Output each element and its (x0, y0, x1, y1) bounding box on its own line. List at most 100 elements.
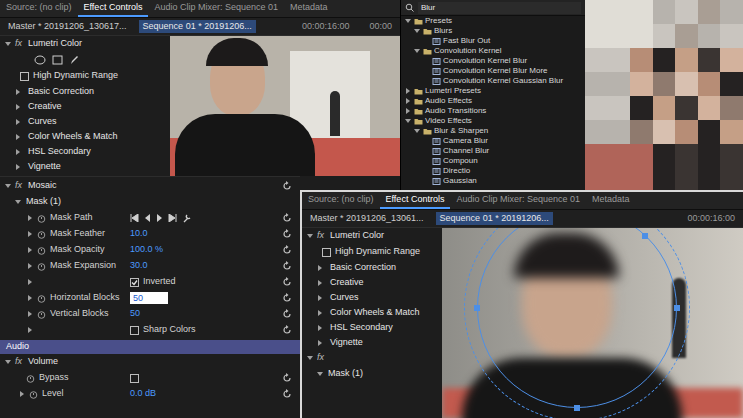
hdr-row[interactable]: High Dynamic Range (0, 68, 170, 84)
tree-item[interactable]: Directio (401, 166, 585, 176)
effect-row[interactable]: fxMosaic (0, 176, 300, 194)
tree-item[interactable]: Convolution Kernel Blur (401, 56, 585, 66)
property-value[interactable]: 100.0 % (130, 243, 163, 257)
expanded-triangle-icon (4, 40, 12, 48)
mask-handle[interactable] (574, 405, 580, 411)
lumetri-section[interactable]: Curves (302, 290, 442, 305)
mosaic-block (630, 96, 653, 120)
lumetri-section[interactable]: HSL Secondary (302, 320, 442, 335)
property-label-cell: Horizontal Blocks (0, 291, 130, 305)
property-row[interactable]: Horizontal Blocks50 (0, 290, 300, 306)
property-value[interactable]: 50 (130, 307, 140, 321)
clip-header: Master * 20191206_13061... Sequence 01 * … (302, 210, 743, 228)
tree-item[interactable]: Channel Blur (401, 146, 585, 156)
tree-item[interactable]: Lumetri Presets (401, 86, 585, 96)
checkbox[interactable] (130, 326, 139, 335)
section-label: Color Wheels & Match (330, 306, 420, 320)
master-clip[interactable]: Master * 20191206_130617... (8, 20, 127, 34)
tree-item[interactable]: Audio Transitions (401, 106, 585, 116)
tab[interactable]: Metadata (586, 191, 636, 209)
tab[interactable]: Source: (no clip) (302, 191, 380, 209)
mosaic-preview (585, 0, 743, 190)
property-row[interactable]: Mask Opacity100.0 % (0, 242, 300, 258)
property-row[interactable]: Mask Expansion30.0 (0, 258, 300, 274)
lumetri-section[interactable]: Color Wheels & Match (0, 129, 170, 144)
mosaic-block (585, 96, 608, 120)
property-value[interactable]: 10.0 (130, 227, 148, 241)
checkbox[interactable] (130, 374, 139, 383)
effect-name: Lumetri Color (28, 37, 82, 51)
property-row[interactable]: Sharp Colors (0, 322, 300, 338)
mask-handle[interactable] (674, 305, 680, 311)
tree-item[interactable]: Convolution Kernel Gaussian Blur (401, 76, 585, 86)
master-clip[interactable]: Master * 20191206_13061... (310, 212, 424, 226)
effect-row[interactable]: fx (302, 350, 442, 366)
rectangle-mask-icon (52, 55, 63, 65)
property-row[interactable]: Bypass (0, 370, 300, 386)
tab[interactable]: Source: (no clip) (0, 0, 78, 17)
property-row[interactable]: Mask Path (0, 210, 300, 226)
tab[interactable]: Effect Controls (380, 191, 451, 209)
tree-item[interactable]: Blur & Sharpen (401, 126, 585, 136)
sequence-clip[interactable]: Sequence 01 * 20191206... (436, 212, 553, 226)
property-label: Level (42, 387, 64, 401)
tab[interactable]: Audio Clip Mixer: Sequence 01 (148, 0, 284, 17)
property-value[interactable]: 0.0 dB (130, 387, 156, 401)
sequence-clip[interactable]: Sequence 01 * 20191206... (139, 20, 256, 34)
tree-item[interactable]: Fast Blur Out (401, 36, 585, 46)
search-bar (401, 0, 585, 16)
property-value[interactable]: 30.0 (130, 259, 148, 273)
hdr-label: High Dynamic Range (33, 69, 118, 83)
mask-tracking-controls[interactable] (130, 214, 191, 223)
lumetri-section[interactable]: HSL Secondary (0, 144, 170, 159)
mask-handle[interactable] (642, 233, 648, 239)
mask-group[interactable]: Mask (1) (302, 366, 442, 382)
search-field[interactable] (418, 2, 581, 14)
effect-icon (432, 148, 441, 155)
lumetri-section[interactable]: Creative (0, 99, 170, 114)
mask-group[interactable]: Mask (1) (0, 195, 61, 209)
tab[interactable]: Metadata (284, 0, 334, 17)
mask-handle[interactable] (474, 305, 480, 311)
hdr-label: High Dynamic Range (335, 245, 420, 259)
lumetri-section[interactable]: Color Wheels & Match (302, 305, 442, 320)
checkbox[interactable] (322, 248, 331, 257)
tree-item[interactable]: Compoun (401, 156, 585, 166)
property-value[interactable]: 50 (130, 292, 168, 304)
property-row[interactable]: Level 0.0 dB (0, 386, 300, 402)
tree-item[interactable]: Audio Effects (401, 96, 585, 106)
checkbox-field[interactable]: Inverted (130, 275, 176, 289)
mosaic-block (585, 0, 608, 24)
lumetri-section[interactable]: Vignette (0, 159, 170, 174)
tree-item[interactable]: Blurs (401, 26, 585, 36)
lumetri-section[interactable]: Vignette (302, 335, 442, 350)
checkbox[interactable] (20, 72, 29, 81)
hair (514, 233, 619, 278)
lumetri-section[interactable]: Curves (0, 114, 170, 129)
property-label: Mask Feather (50, 227, 105, 241)
effect-row[interactable]: fxVolume (0, 354, 300, 370)
hdr-row[interactable]: High Dynamic Range (302, 244, 442, 260)
tab[interactable]: Effect Controls (78, 0, 149, 17)
effect-row[interactable]: fxLumetri Color (302, 228, 442, 244)
tree-item[interactable]: Video Effects (401, 116, 585, 126)
lumetri-section[interactable]: Basic Correction (302, 260, 442, 275)
effect-row[interactable]: fxLumetri Color (0, 36, 170, 52)
mosaic-block (720, 168, 743, 190)
mosaic-block (608, 144, 631, 168)
lumetri-section[interactable]: Creative (302, 275, 442, 290)
tree-item[interactable]: Convolution Kernel (401, 46, 585, 56)
expanded-triangle-icon (413, 127, 421, 135)
checkbox-field[interactable]: Sharp Colors (130, 323, 196, 337)
tab[interactable]: Audio Clip Mixer: Sequence 01 (450, 191, 586, 209)
property-row[interactable]: Inverted (0, 274, 300, 290)
checkbox[interactable] (130, 278, 139, 287)
tree-item[interactable]: Camera Blur (401, 136, 585, 146)
property-row[interactable]: Mask (1) (0, 194, 300, 210)
tree-item[interactable]: Presets (401, 16, 585, 26)
property-row[interactable]: Vertical Blocks50 (0, 306, 300, 322)
tree-item[interactable]: Convolution Kernel Blur More (401, 66, 585, 76)
property-row[interactable]: Mask Feather 10.0 (0, 226, 300, 242)
lumetri-section[interactable]: Basic Correction (0, 84, 170, 99)
tree-item[interactable]: Gaussian (401, 176, 585, 186)
